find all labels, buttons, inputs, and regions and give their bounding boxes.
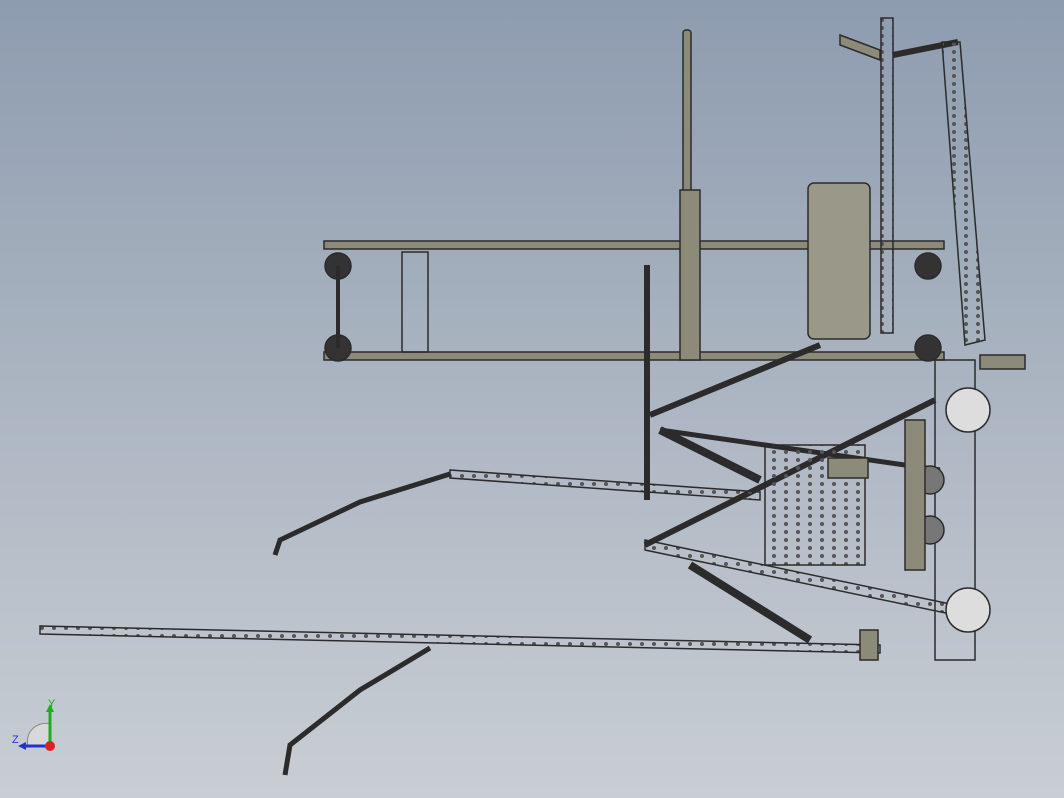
z-axis-label: Z	[12, 734, 19, 746]
top-flag	[839, 33, 881, 62]
x-axis-dot	[45, 741, 55, 751]
wheel-bottom-right	[914, 334, 942, 362]
rail-bracket-left	[401, 251, 429, 353]
motor-housing	[904, 419, 926, 571]
omni-wheel-bottom	[945, 587, 991, 633]
robot-assembly-model[interactable]	[0, 0, 1064, 798]
beam-mount	[859, 629, 879, 661]
wheel-top-right	[914, 252, 942, 280]
axis-triad-icon	[18, 704, 55, 751]
mid-tower	[679, 189, 701, 361]
long-extension-hook	[282, 645, 432, 776]
mid-extension-beam	[449, 469, 761, 501]
robot-frame	[39, 17, 1026, 776]
cad-viewport[interactable]: Y Z	[0, 0, 1064, 798]
long-extension-beam	[39, 625, 881, 654]
control-box	[807, 182, 871, 340]
tilted-lift-arm	[941, 41, 986, 346]
y-axis-label: Y	[48, 698, 56, 710]
side-plate	[979, 354, 1026, 370]
coordinate-triad: Y Z	[8, 698, 68, 758]
right-column	[880, 17, 894, 334]
sensor-block	[827, 457, 869, 479]
mid-extension-hook	[272, 471, 451, 556]
omni-wheel-top	[945, 387, 991, 433]
upper-rail-bottom	[323, 351, 945, 361]
